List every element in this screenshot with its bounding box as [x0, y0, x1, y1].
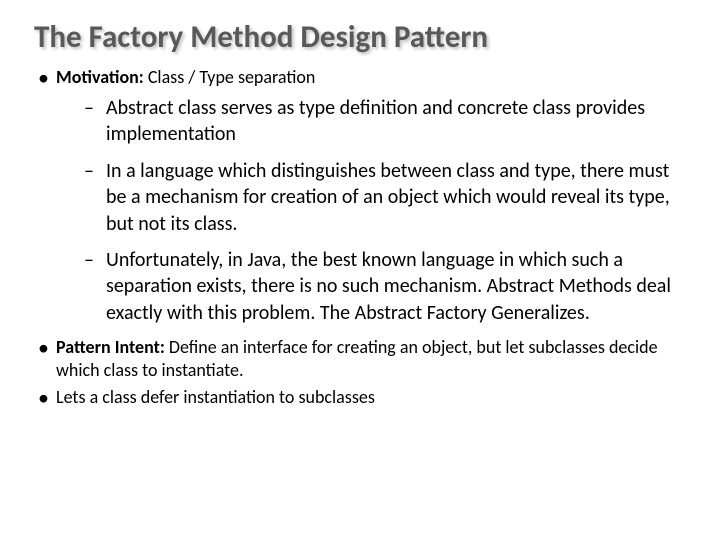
bullet-list: Motivation: Class / Type separation Abst…	[28, 66, 692, 409]
list-item: Unfortunately, in Java, the best known l…	[84, 247, 692, 326]
slide-title: The Factory Method Design Pattern	[34, 18, 692, 56]
bullet-text: Class / Type separation	[144, 66, 316, 88]
list-item: Lets a class defer instantiation to subc…	[36, 386, 692, 409]
list-item: In a language which distinguishes betwee…	[84, 158, 692, 237]
sub-list: Abstract class serves as type definition…	[56, 95, 692, 326]
list-item: Pattern Intent: Define an interface for …	[36, 336, 692, 382]
bullet-label: Motivation:	[56, 66, 144, 88]
bullet-text: Lets a class defer instantiation to subc…	[56, 386, 375, 408]
list-item: Abstract class serves as type definition…	[84, 95, 692, 148]
list-item: Motivation: Class / Type separation Abst…	[36, 66, 692, 326]
bullet-label: Pattern Intent:	[56, 336, 165, 358]
